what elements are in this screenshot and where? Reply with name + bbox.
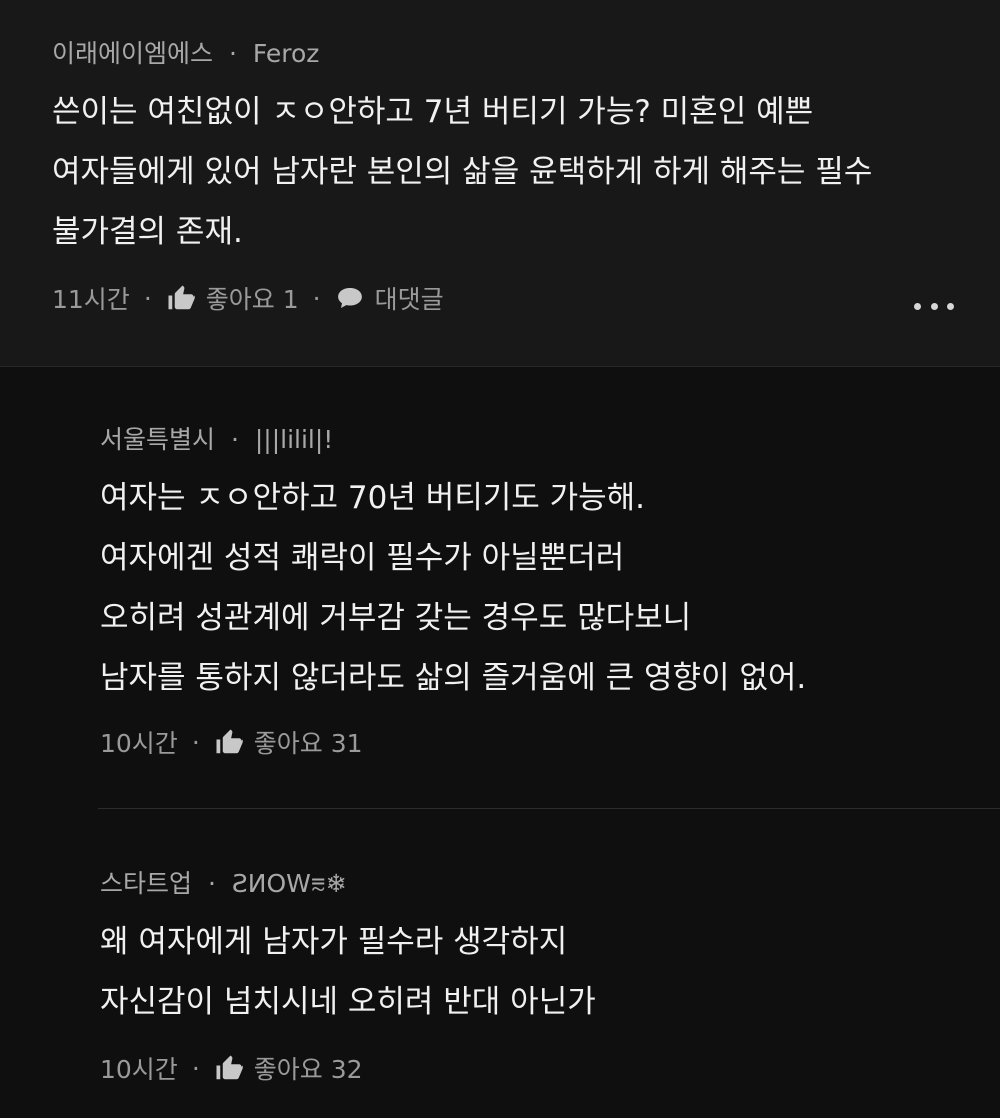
like-button[interactable]: 좋아요 1 xyxy=(166,280,299,316)
reply-line: 자신감이 넘치시네 오히려 반대 아닌가 xyxy=(100,984,596,1020)
author-nickname[interactable]: |||lilil|! xyxy=(255,425,333,454)
like-count: 좋아요 1 xyxy=(205,285,299,314)
comment-actions: 11시간 · 좋아요 1 · 대댓글 xyxy=(52,280,444,316)
author-location: 서울특별시 xyxy=(100,425,216,454)
meta-separator: · xyxy=(228,39,237,68)
like-button[interactable]: 좋아요 31 xyxy=(214,724,363,760)
meta-separator: · xyxy=(230,425,239,454)
author-nickname[interactable]: Feroz xyxy=(253,39,320,68)
reply-author-meta[interactable]: 서울특별시 · |||lilil|! xyxy=(100,420,333,456)
reply-actions: 10시간 · 좋아요 32 xyxy=(100,1050,363,1086)
reply-line: 여자는 ㅈㅇ안하고 70년 버티기도 가능해. xyxy=(100,480,646,516)
reply-line: 오히려 성관계에 거부감 갖는 경우도 많다보니 xyxy=(100,600,692,636)
more-horizontal-icon xyxy=(947,302,954,310)
meta-separator: · xyxy=(207,869,216,898)
comment-time: 11시간 xyxy=(52,285,130,314)
action-separator: · xyxy=(191,1053,200,1083)
action-separator: · xyxy=(143,283,152,313)
reply-body: 여자는 ㅈㅇ안하고 70년 버티기도 가능해. 여자에겐 성적 쾌락이 필수가 … xyxy=(100,468,806,708)
like-count: 좋아요 32 xyxy=(253,1055,363,1084)
thumbs-up-icon xyxy=(214,727,244,757)
reply-body: 왜 여자에게 남자가 필수라 생각하지 자신감이 넘치시네 오히려 반대 아닌가 xyxy=(100,912,596,1032)
author-nickname[interactable]: ƧИOW⩳❄ xyxy=(232,869,347,898)
thumbs-up-icon xyxy=(166,283,196,313)
main-comment: 이래에이엠에스 · Feroz 쓴이는 여친없이 ㅈㅇ안하고 7년 버티기 가능… xyxy=(0,0,1000,366)
action-separator: · xyxy=(191,727,200,757)
author-location: 스타트업 xyxy=(100,869,193,898)
comment-thread: 이래에이엠에스 · Feroz 쓴이는 여친없이 ㅈㅇ안하고 7년 버티기 가능… xyxy=(0,0,1000,1118)
speech-bubble-icon xyxy=(335,283,365,313)
reply-actions: 10시간 · 좋아요 31 xyxy=(100,724,363,760)
action-separator: · xyxy=(312,283,321,313)
more-horizontal-icon xyxy=(914,302,921,310)
more-horizontal-icon xyxy=(930,302,938,310)
author-location: 이래에이엠에스 xyxy=(52,39,214,68)
section-divider xyxy=(0,366,1000,367)
reply-label: 대댓글 xyxy=(374,285,444,314)
comment-body: 쓴이는 여친없이 ㅈㅇ안하고 7년 버티기 가능? 미혼인 예쁜 여자들에게 있… xyxy=(52,82,872,262)
comment-line: 불가결의 존재. xyxy=(52,214,243,250)
comment-line: 여자들에게 있어 남자란 본인의 삶을 윤택하게 하게 해주는 필수 xyxy=(52,154,873,190)
like-count: 좋아요 31 xyxy=(253,729,363,758)
reply-line: 여자에겐 성적 쾌락이 필수가 아닐뿐더러 xyxy=(100,540,625,576)
reply-divider xyxy=(98,808,1000,809)
reply-author-meta[interactable]: 스타트업 · ƧИOW⩳❄ xyxy=(100,864,346,900)
thumbs-up-icon xyxy=(214,1053,244,1083)
comment-line: 쓴이는 여친없이 ㅈㅇ안하고 7년 버티기 가능? 미혼인 예쁜 xyxy=(52,94,814,130)
comment-author-meta[interactable]: 이래에이엠에스 · Feroz xyxy=(52,34,319,70)
reply-line: 왜 여자에게 남자가 필수라 생각하지 xyxy=(100,924,568,960)
reply-line: 남자를 통하지 않더라도 삶의 즐거움에 큰 영향이 없어. xyxy=(100,660,807,696)
reply-button[interactable]: 대댓글 xyxy=(335,280,444,316)
reply-time: 10시간 xyxy=(100,1055,178,1084)
more-options-button[interactable] xyxy=(914,294,954,318)
like-button[interactable]: 좋아요 32 xyxy=(214,1050,363,1086)
reply-time: 10시간 xyxy=(100,729,178,758)
